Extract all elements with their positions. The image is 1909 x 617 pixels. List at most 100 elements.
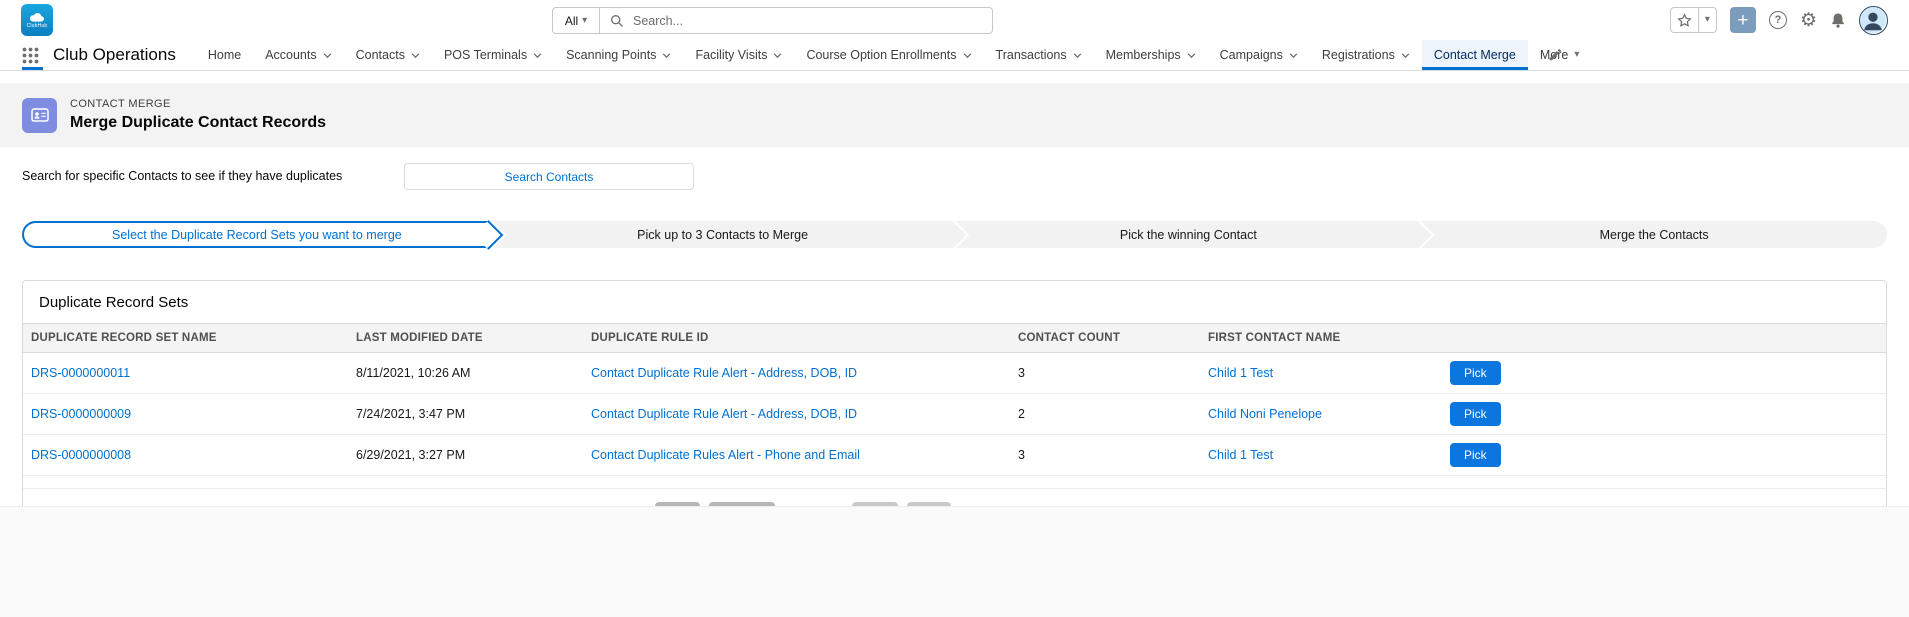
tab-label: Transactions: [995, 48, 1067, 62]
column-header-actions: [1442, 323, 1886, 353]
empty-row: [23, 475, 1886, 489]
tab-accounts[interactable]: Accounts: [253, 40, 343, 70]
nav-tabs: Home Accounts Contacts POS Terminals Sca…: [196, 40, 1592, 70]
path-step-pick-contacts[interactable]: Pick up to 3 Contacts to Merge: [489, 221, 956, 248]
path-step-pick-winner[interactable]: Pick the winning Contact: [955, 221, 1422, 248]
object-type-label: CONTACT MERGE: [70, 98, 171, 110]
favorites-star-icon[interactable]: [1671, 12, 1698, 28]
tab-label: Facility Visits: [695, 48, 768, 62]
global-add-icon[interactable]: +: [1729, 7, 1756, 33]
chevron-down-icon: [533, 52, 542, 58]
contact-search-row: Search for specific Contacts to see if t…: [22, 163, 1887, 190]
table-row: DRS-0000000008 6/29/2021, 3:27 PM Contac…: [23, 434, 1886, 476]
edit-nav-pencil-icon[interactable]: [1548, 48, 1562, 62]
notifications-bell-icon[interactable]: [1830, 12, 1846, 29]
user-avatar[interactable]: [1859, 5, 1888, 35]
nav-active-indicator: [22, 67, 43, 70]
caret-down-icon: ▾: [1574, 49, 1580, 60]
page-title: Merge Duplicate Contact Records: [70, 114, 327, 131]
favorites-dropdown-icon[interactable]: ▾: [1697, 8, 1716, 32]
chevron-down-icon: [1289, 52, 1298, 58]
duplicate-rule-link[interactable]: Contact Duplicate Rule Alert - Address, …: [591, 407, 857, 421]
path-step-label: Pick up to 3 Contacts to Merge: [637, 227, 809, 242]
column-header: FIRST CONTACT NAME: [1200, 323, 1442, 353]
page-header: CONTACT MERGE Merge Duplicate Contact Re…: [0, 83, 1909, 147]
contact-count: 3: [1010, 352, 1200, 394]
record-set-link[interactable]: DRS-0000000009: [31, 407, 131, 421]
tab-label: Accounts: [265, 48, 317, 62]
tab-memberships[interactable]: Memberships: [1094, 40, 1208, 70]
tab-campaigns[interactable]: Campaigns: [1208, 40, 1310, 70]
record-set-link[interactable]: DRS-0000000011: [31, 366, 130, 380]
tab-label: Scanning Points: [566, 48, 657, 62]
tab-label: Contacts: [355, 48, 405, 62]
tab-course-option-enrollments[interactable]: Course Option Enrollments: [794, 40, 983, 70]
search-scope-selector[interactable]: All ▾: [552, 7, 600, 34]
column-header: DUPLICATE RULE ID: [583, 323, 1010, 353]
tab-scanning-points[interactable]: Scanning Points: [554, 40, 683, 70]
tab-pos-terminals[interactable]: POS Terminals: [432, 40, 554, 70]
pick-button[interactable]: Pick: [1450, 361, 1501, 385]
tab-home[interactable]: Home: [196, 40, 253, 70]
path-step-select-record-sets[interactable]: Select the Duplicate Record Sets you wan…: [22, 221, 490, 248]
search-icon: [610, 14, 624, 28]
last-modified-date: 7/24/2021, 3:47 PM: [348, 393, 583, 435]
last-modified-date: 6/29/2021, 3:27 PM: [348, 434, 583, 476]
duplicate-rule-link[interactable]: Contact Duplicate Rules Alert - Phone an…: [591, 448, 860, 462]
search-scope-label: All: [564, 13, 579, 28]
search-box: [600, 7, 993, 34]
path-step-label: Pick the winning Contact: [1119, 227, 1257, 242]
merge-path: Select the Duplicate Record Sets you wan…: [22, 221, 1887, 248]
table-header-row: DUPLICATE RECORD SET NAME LAST MODIFIED …: [23, 323, 1886, 353]
tab-label: Home: [207, 48, 242, 62]
app-logo: ClubHub: [21, 4, 53, 36]
contact-search-label: Search for specific Contacts to see if t…: [22, 169, 343, 183]
tab-label: Memberships: [1105, 48, 1181, 62]
tab-label: Registrations: [1321, 48, 1395, 62]
chevron-down-icon: [662, 52, 671, 58]
app-launcher-icon[interactable]: [22, 47, 39, 64]
last-modified-date: 8/11/2021, 10:26 AM: [348, 352, 583, 394]
tab-transactions[interactable]: Transactions: [984, 40, 1094, 70]
tab-contacts[interactable]: Contacts: [344, 40, 432, 70]
table-row: DRS-0000000011 8/11/2021, 10:26 AM Conta…: [23, 352, 1886, 394]
record-set-link[interactable]: DRS-0000000008: [31, 448, 131, 462]
pick-button[interactable]: Pick: [1450, 443, 1501, 467]
cloud-logo-icon: [30, 12, 44, 22]
search-contacts-button[interactable]: Search Contacts: [404, 163, 694, 190]
setup-gear-icon[interactable]: ⚙: [1800, 11, 1817, 30]
chevron-down-icon: [1187, 52, 1196, 58]
header-actions: ▾ + ? ⚙: [1669, 5, 1888, 35]
chevron-down-icon: [323, 52, 332, 58]
favorites-control: ▾: [1669, 7, 1717, 33]
card-title: Duplicate Record Sets: [39, 294, 189, 311]
chevron-down-icon: [1401, 52, 1410, 58]
chevron-down-icon: [1073, 52, 1082, 58]
path-step-merge[interactable]: Merge the Contacts: [1421, 221, 1887, 248]
chevron-down-icon: [773, 52, 782, 58]
pick-button[interactable]: Pick: [1450, 402, 1501, 426]
first-contact-link[interactable]: Child 1 Test: [1208, 448, 1273, 462]
first-contact-link[interactable]: Child 1 Test: [1208, 366, 1273, 380]
chevron-down-icon: [963, 52, 972, 58]
column-header: LAST MODIFIED DATE: [348, 323, 583, 353]
duplicate-rule-link[interactable]: Contact Duplicate Rule Alert - Address, …: [591, 366, 857, 380]
tab-label: Contact Merge: [1433, 48, 1516, 62]
column-header: CONTACT COUNT: [1010, 323, 1200, 353]
page-footer-area: [0, 506, 1909, 617]
search-input[interactable]: [631, 12, 982, 29]
app-nav-bar: Club Operations Home Accounts Contacts P…: [0, 40, 1909, 71]
page-header-text: CONTACT MERGE Merge Duplicate Contact Re…: [70, 98, 326, 132]
first-contact-link[interactable]: Child Noni Penelope: [1208, 407, 1322, 421]
tab-contact-merge[interactable]: Contact Merge: [1421, 40, 1528, 70]
app-name: Club Operations: [53, 45, 176, 64]
tab-registrations[interactable]: Registrations: [1310, 40, 1422, 70]
global-search: All ▾: [552, 7, 993, 34]
tab-facility-visits[interactable]: Facility Visits: [683, 40, 794, 70]
help-icon[interactable]: ?: [1768, 11, 1787, 29]
chevron-down-icon: [411, 52, 420, 58]
column-header: DUPLICATE RECORD SET NAME: [23, 323, 348, 353]
tab-label: Campaigns: [1219, 48, 1283, 62]
logo-text: ClubHub: [26, 22, 48, 29]
path-step-label: Merge the Contacts: [1599, 227, 1709, 242]
